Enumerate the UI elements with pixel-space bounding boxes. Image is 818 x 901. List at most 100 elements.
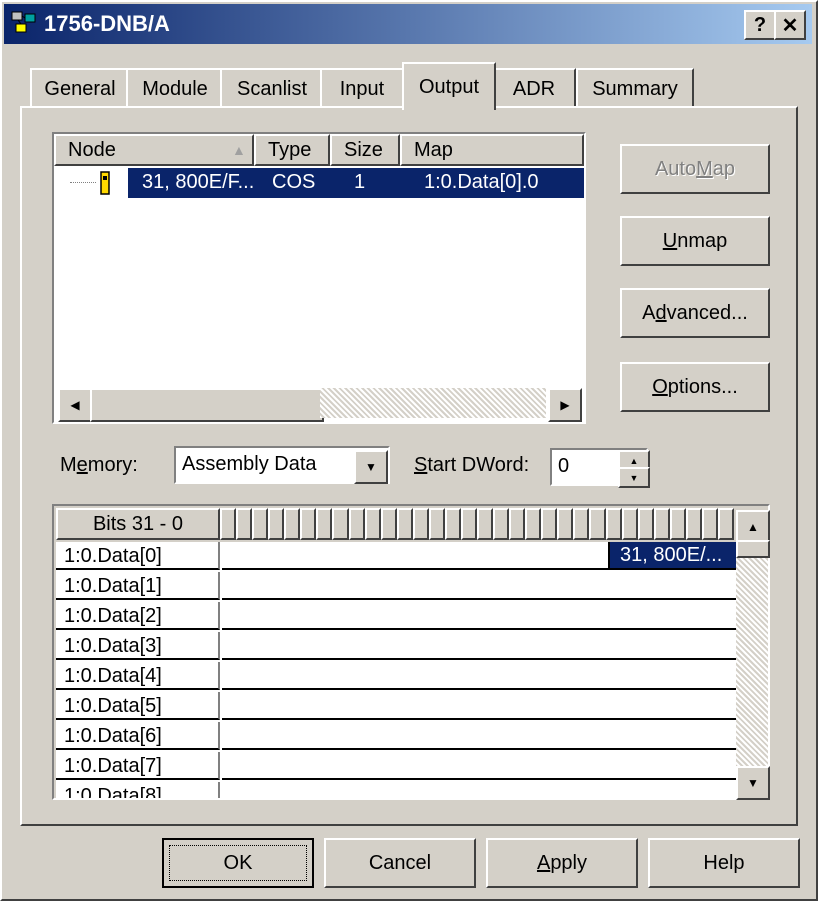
start-dword-label: Start DWord:: [414, 454, 530, 476]
tab-input[interactable]: Input: [320, 68, 404, 108]
grid-row-label: 1:0.Data[1]: [56, 572, 220, 600]
scroll-thumb[interactable]: [90, 388, 324, 422]
cell-type: COS: [272, 171, 316, 193]
tab-general[interactable]: General: [30, 68, 130, 108]
cell-map: 1:0.Data[0].0: [424, 171, 539, 193]
grid-row-cells[interactable]: [222, 782, 736, 798]
sort-ascending-icon: ▲: [232, 142, 246, 158]
grid-row-label: 1:0.Data[0]: [56, 542, 220, 570]
bit-column-header[interactable]: [348, 508, 365, 540]
mapped-bits-block[interactable]: 31, 800E/...: [608, 542, 736, 568]
column-header-size[interactable]: Size: [330, 134, 400, 166]
bit-column-header[interactable]: [589, 508, 606, 540]
tab-module[interactable]: Module: [126, 68, 224, 108]
column-header-map[interactable]: Map: [400, 134, 584, 166]
scroll-right-button[interactable]: ▶: [548, 388, 582, 422]
close-icon: ✕: [781, 14, 799, 37]
scroll-left-button[interactable]: ◀: [58, 388, 92, 422]
apply-button[interactable]: Apply: [486, 838, 638, 888]
bit-column-header[interactable]: [557, 508, 574, 540]
bit-column-header[interactable]: [332, 508, 349, 540]
bit-column-header[interactable]: [653, 508, 670, 540]
bit-column-header[interactable]: [717, 508, 734, 540]
options-button[interactable]: Options...: [620, 362, 770, 412]
bit-column-header[interactable]: [252, 508, 269, 540]
column-header-node[interactable]: Node ▲: [54, 134, 254, 166]
spin-down-icon[interactable]: ▼: [618, 467, 650, 488]
bit-column-header[interactable]: [316, 508, 333, 540]
column-header-type[interactable]: Type: [254, 134, 330, 166]
close-button[interactable]: ✕: [774, 10, 806, 40]
bit-column-header[interactable]: [669, 508, 686, 540]
list-item[interactable]: 31, 800E/F... COS 1 1:0.Data[0].0: [54, 168, 584, 198]
device-icon: [98, 170, 112, 202]
bit-column-header[interactable]: [605, 508, 622, 540]
bit-column-header[interactable]: [428, 508, 445, 540]
bit-column-header[interactable]: [573, 508, 590, 540]
grid-row-cells[interactable]: [222, 752, 736, 780]
horizontal-scrollbar[interactable]: ◀ ▶: [54, 386, 584, 422]
scroll-up-button[interactable]: ▲: [736, 510, 770, 544]
bit-column-header[interactable]: [396, 508, 413, 540]
bit-column-header[interactable]: [380, 508, 397, 540]
help-button[interactable]: ?: [744, 10, 776, 40]
bit-column-header[interactable]: [300, 508, 317, 540]
grid-row-cells[interactable]: [222, 602, 736, 630]
bit-column-header[interactable]: [444, 508, 461, 540]
cell-size: 1: [354, 171, 366, 193]
bit-column-header[interactable]: [236, 508, 253, 540]
grid-row-label: 1:0.Data[4]: [56, 662, 220, 690]
tab-scanlist[interactable]: Scanlist: [220, 68, 324, 108]
grid-row-cells[interactable]: [222, 632, 736, 660]
memory-select[interactable]: Assembly Data ▼: [174, 446, 390, 484]
bit-column-header[interactable]: [637, 508, 654, 540]
tab-adr[interactable]: ADR: [492, 68, 576, 108]
scroll-track[interactable]: [320, 388, 546, 418]
help-dialog-button[interactable]: Help: [648, 838, 800, 888]
grid-row-cells[interactable]: [222, 572, 736, 600]
bit-column-header[interactable]: [685, 508, 702, 540]
scroll-thumb[interactable]: [736, 540, 770, 558]
memory-label: Memory:: [60, 454, 138, 476]
vertical-scrollbar[interactable]: ▲ ▼: [736, 510, 770, 800]
bit-column-header[interactable]: [525, 508, 542, 540]
unmap-button[interactable]: Unmap: [620, 216, 770, 266]
cell-node: 31, 800E/F...: [142, 171, 255, 193]
advanced-button[interactable]: Advanced...: [620, 288, 770, 338]
bit-column-header[interactable]: [220, 508, 237, 540]
bit-column-header[interactable]: [460, 508, 477, 540]
grid-row-cells[interactable]: [222, 662, 736, 690]
grid-row-cells[interactable]: [222, 692, 736, 720]
grid-row-label: 1:0.Data[7]: [56, 752, 220, 780]
node-list[interactable]: Node ▲ Type Size Map 31, 800E/F... COS 1…: [52, 132, 586, 424]
start-dword-field[interactable]: 0 ▲ ▼: [550, 448, 650, 488]
bit-column-header[interactable]: [621, 508, 638, 540]
scroll-down-button[interactable]: ▼: [736, 766, 770, 800]
grid-row-cells[interactable]: 31, 800E/...: [222, 542, 736, 570]
network-module-icon: [10, 10, 38, 36]
tab-summary[interactable]: Summary: [576, 68, 694, 108]
bit-column-header[interactable]: [541, 508, 558, 540]
cancel-button[interactable]: Cancel: [324, 838, 476, 888]
bit-map-grid[interactable]: Bits 31 - 0 1:0.Data[0] 31, 800E/... 1:0.D…: [52, 504, 770, 800]
grid-row-cells[interactable]: [222, 722, 736, 750]
title-bar[interactable]: 1756-DNB/A ? ✕: [4, 4, 812, 44]
bit-column-header[interactable]: [493, 508, 510, 540]
bit-column-header[interactable]: [477, 508, 494, 540]
ok-button[interactable]: OK: [162, 838, 314, 888]
bit-column-header[interactable]: [701, 508, 718, 540]
grid-row-label: 1:0.Data[8]: [56, 782, 220, 798]
grid-row-label: 1:0.Data[3]: [56, 632, 220, 660]
bit-column-header[interactable]: [284, 508, 301, 540]
window-title: 1756-DNB/A: [44, 11, 170, 36]
bit-column-header[interactable]: [364, 508, 381, 540]
tab-output[interactable]: Output: [402, 62, 496, 110]
automap-button[interactable]: AutoMap: [620, 144, 770, 194]
bit-column-header[interactable]: [509, 508, 526, 540]
chevron-down-icon[interactable]: ▼: [354, 450, 388, 484]
bits-header: Bits 31 - 0: [56, 508, 220, 540]
bit-column-header[interactable]: [268, 508, 285, 540]
selected-row-highlight: 31, 800E/F... COS 1 1:0.Data[0].0: [128, 168, 584, 198]
tree-connector: [70, 182, 96, 183]
bit-column-header[interactable]: [412, 508, 429, 540]
